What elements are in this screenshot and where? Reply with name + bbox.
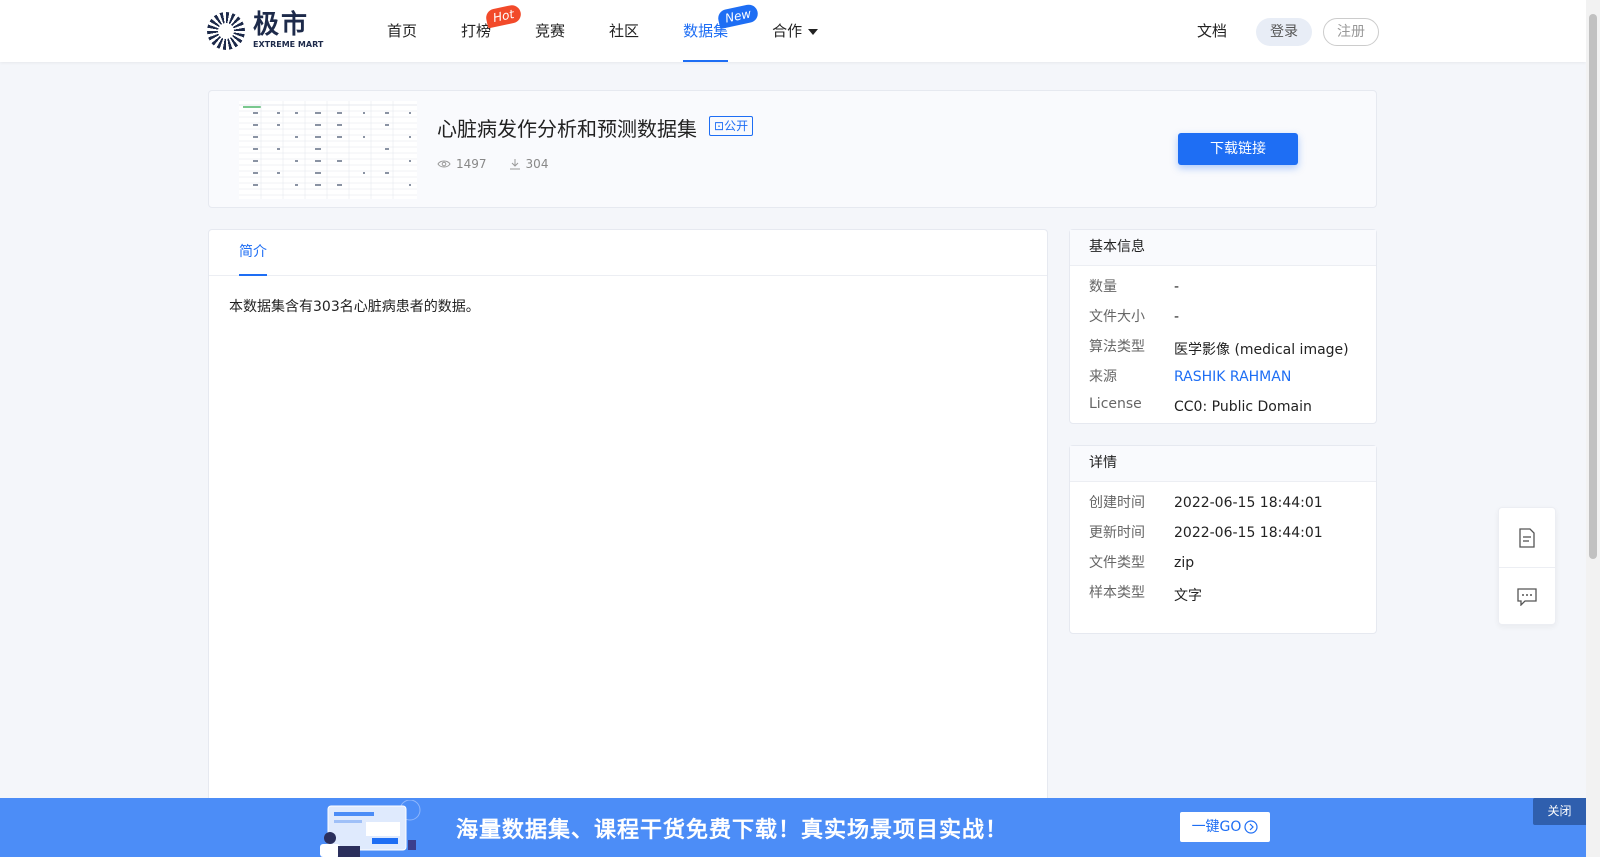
details-title: 详情 [1070, 446, 1376, 482]
floating-toolbar [1498, 507, 1556, 625]
dataset-thumbnail [239, 101, 417, 199]
info-row-source: 来源 RASHIK RAHMAN [1089, 369, 1292, 385]
brand-name-cn: 极市 [253, 10, 310, 40]
feedback-tool-button[interactable] [1499, 567, 1555, 626]
spreadsheet-thumbnail-icon [239, 101, 417, 199]
nav-item-datasets[interactable]: 数据集 New [661, 0, 760, 62]
banner-text: 海量数据集、课程干货免费下载！真实场景项目实战！ [456, 818, 1009, 843]
document-icon [1519, 527, 1535, 548]
content-tabs: 简介 [209, 230, 1047, 276]
info-row-file-size: 文件大小 - [1089, 309, 1180, 325]
download-count: 304 [509, 157, 548, 171]
dataset-stats: 1497 304 [437, 157, 570, 171]
download-icon [509, 159, 520, 170]
intro-panel: 简介 本数据集含有303名心脏病患者的数据。 [208, 229, 1048, 857]
intro-text: 本数据集含有303名心脏病患者的数据。 [229, 299, 480, 315]
caret-down-icon [808, 28, 819, 35]
page-scrollbar[interactable] [1586, 0, 1600, 857]
dataset-title: 心脏病发作分析和预测数据集 [437, 117, 697, 141]
view-count: 1497 [437, 157, 487, 171]
one-click-go-button[interactable]: 一键GO [1180, 812, 1270, 842]
docs-link[interactable]: 文档 [1197, 0, 1227, 62]
tab-intro[interactable]: 简介 [239, 230, 267, 276]
top-header: 极市 EXTREME MART 首页 打榜 Hot 竞赛 社区 数据集 New … [0, 0, 1586, 62]
brand-name-en: EXTREME MART [253, 40, 324, 49]
info-row-file-type: 文件类型 zip [1089, 555, 1195, 571]
nav-item-community[interactable]: 社区 [587, 0, 661, 62]
info-row-license: License CC0: Public Domain [1089, 396, 1312, 415]
basic-info-panel: 基本信息 数量 - 文件大小 - 算法类型 医学影像 (medical imag… [1069, 229, 1377, 424]
arrow-circle-icon [1244, 820, 1259, 834]
nav-item-home[interactable]: 首页 [365, 0, 439, 62]
info-row-count: 数量 - [1089, 279, 1180, 295]
details-panel: 详情 创建时间 2022-06-15 18:44:01 更新时间 2022-06… [1069, 445, 1377, 634]
document-tool-button[interactable] [1499, 508, 1555, 567]
brand-logo[interactable]: 极市 EXTREME MART [207, 12, 323, 50]
register-button[interactable]: 注册 [1323, 18, 1379, 46]
logo-icon [207, 12, 245, 50]
source-link[interactable]: RASHIK RAHMAN [1174, 369, 1291, 385]
promo-illustration-icon [320, 800, 421, 857]
scrollbar-thumb[interactable] [1589, 14, 1597, 559]
lock-icon: ⊡ [714, 119, 725, 133]
info-row-updated: 更新时间 2022-06-15 18:44:01 [1089, 525, 1323, 541]
banner-close-button[interactable]: 关闭 [1533, 798, 1586, 825]
eye-icon [437, 160, 451, 168]
info-row-algorithm-type: 算法类型 医学影像 (medical image) [1089, 339, 1349, 358]
basic-info-title: 基本信息 [1070, 230, 1376, 266]
nav-item-leaderboard[interactable]: 打榜 Hot [439, 0, 523, 62]
promo-banner[interactable]: 海量数据集、课程干货免费下载！真实场景项目实战！ 一键GO [0, 798, 1586, 857]
download-link-button[interactable]: 下载链接 [1178, 133, 1298, 165]
chat-bubble-icon [1517, 588, 1537, 606]
login-button[interactable]: 登录 [1256, 18, 1312, 46]
main-nav: 首页 打榜 Hot 竞赛 社区 数据集 New 合作 [365, 0, 840, 62]
info-row-sample-type: 样本类型 文字 [1089, 585, 1202, 604]
public-badge: ⊡公开 [709, 116, 754, 136]
nav-item-cooperation[interactable]: 合作 [750, 0, 840, 62]
nav-item-competition[interactable]: 竞赛 [513, 0, 587, 62]
info-row-created: 创建时间 2022-06-15 18:44:01 [1089, 495, 1323, 511]
dataset-summary-card: 心脏病发作分析和预测数据集 ⊡公开 1497 304 下载链接 [208, 90, 1377, 208]
